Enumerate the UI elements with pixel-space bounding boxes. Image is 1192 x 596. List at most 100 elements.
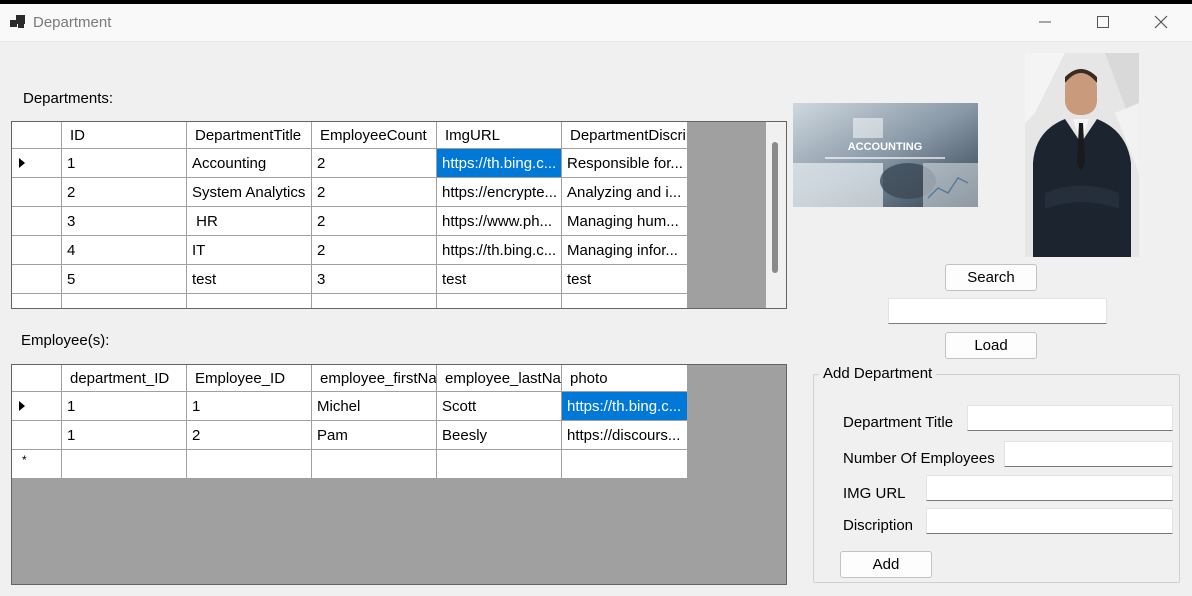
row-header[interactable] [12,421,62,450]
cell-photo[interactable]: https://discours... [562,421,688,450]
person-picture [1025,53,1139,257]
cell-empty[interactable] [62,450,187,479]
cell-id[interactable]: 2 [62,178,187,207]
cell-employee-firstname[interactable]: Michel [312,392,437,421]
window-title: Department [33,14,112,31]
cell-empty[interactable] [437,450,562,479]
cell-empty[interactable] [312,450,437,479]
cell-photo[interactable]: https://th.bing.c... [562,392,688,421]
cell-empty[interactable] [562,294,688,308]
cell-employee-count[interactable]: 2 [312,178,437,207]
cell-empty[interactable] [312,294,437,308]
row-header[interactable]: * [12,450,62,479]
cell-id[interactable]: 5 [62,265,187,294]
department-title-label: Department Title [843,414,954,431]
cell-department-title[interactable]: Accounting [187,149,312,178]
department-image: ACCOUNTING [793,103,978,207]
column-header-img-url[interactable]: ImgURL [437,122,562,149]
img-url-label: IMG URL [843,485,906,502]
cell-img-url[interactable]: https://th.bing.c... [437,236,562,265]
number-of-employees-label: Number Of Employees [843,450,995,467]
column-header-id[interactable]: ID [62,122,187,149]
cell-department-id[interactable]: 1 [62,392,187,421]
cell-employee-lastname[interactable]: Scott [437,392,562,421]
row-header[interactable] [12,178,62,207]
cell-id[interactable]: 4 [62,236,187,265]
cell-empty[interactable] [62,294,187,308]
cell-empty[interactable] [562,450,688,479]
maximize-icon [1097,16,1109,28]
current-row-arrow-icon [19,158,25,168]
row-header[interactable] [12,392,62,421]
cell-department-discription[interactable]: Responsible for... [562,149,688,178]
add-button[interactable]: Add [840,551,932,578]
cell-employee-count[interactable]: 2 [312,149,437,178]
search-input[interactable] [888,298,1107,324]
cell-employee-firstname[interactable]: Pam [312,421,437,450]
cell-img-url[interactable]: https://th.bing.c... [437,149,562,178]
cell-employee-count[interactable]: 2 [312,236,437,265]
cell-department-id[interactable]: 1 [62,421,187,450]
cell-id[interactable]: 1 [62,149,187,178]
minimize-icon [1039,21,1051,23]
cell-department-discription[interactable]: Analyzing and i... [562,178,688,207]
cell-department-title[interactable]: IT [187,236,312,265]
column-header-department-title[interactable]: DepartmentTitle [187,122,312,149]
column-header-department-id[interactable]: department_ID [62,365,187,392]
discription-label: Discription [843,517,914,534]
add-department-title: Add Department [819,365,937,382]
departments-grid[interactable]: ID DepartmentTitle EmployeeCount ImgURL … [11,121,787,309]
cell-department-title[interactable]: System Analytics [187,178,312,207]
row-header[interactable] [12,294,62,308]
cell-department-discription[interactable]: Managing hum... [562,207,688,236]
cell-img-url[interactable]: https://encrypte... [437,178,562,207]
load-button[interactable]: Load [945,332,1037,359]
cell-department-title[interactable]: test [187,265,312,294]
minimize-button[interactable] [1016,4,1074,40]
cell-employee-count[interactable]: 2 [312,207,437,236]
row-header[interactable] [12,236,62,265]
cell-employee-id[interactable]: 2 [187,421,312,450]
maximize-button[interactable] [1074,4,1132,40]
departments-label: Departments: [23,90,114,107]
cell-id[interactable]: 3 [62,207,187,236]
cell-img-url[interactable]: https://www.ph... [437,207,562,236]
cell-empty[interactable] [187,294,312,308]
accounting-picture: ACCOUNTING [793,103,978,207]
column-header-photo[interactable]: photo [562,365,688,392]
cell-employee-count[interactable]: 3 [312,265,437,294]
column-header-department-discription[interactable]: DepartmentDiscri [562,122,688,149]
close-icon [1154,15,1168,29]
discription-input[interactable] [926,508,1173,534]
departments-vertical-scrollbar[interactable] [766,122,786,308]
cell-img-url[interactable]: test [437,265,562,294]
column-header-employee-lastname[interactable]: employee_lastNa [437,365,562,392]
cell-department-discription[interactable]: Managing infor... [562,236,688,265]
column-header-employee-count[interactable]: EmployeeCount [312,122,437,149]
department-window: Department Departments: ID DepartmentTit… [0,4,1192,596]
header-corner [12,365,62,392]
row-header[interactable] [12,149,62,178]
img-url-input[interactable] [926,475,1173,501]
row-header[interactable] [12,265,62,294]
cell-employee-id[interactable]: 1 [187,392,312,421]
number-of-employees-input[interactable] [1004,441,1173,467]
cell-employee-lastname[interactable]: Beesly [437,421,562,450]
column-header-employee-id[interactable]: Employee_ID [187,365,312,392]
cell-empty[interactable] [437,294,562,308]
department-title-input[interactable] [967,405,1173,431]
title-bar: Department [0,4,1192,42]
close-button[interactable] [1132,4,1190,40]
search-button[interactable]: Search [945,264,1037,291]
employees-grid[interactable]: department_ID Employee_ID employee_first… [11,364,787,585]
app-icon [10,15,26,29]
scrollbar-thumb[interactable] [772,142,778,273]
cell-empty[interactable] [187,450,312,479]
cell-department-discription[interactable]: test [562,265,688,294]
new-row-icon: * [22,453,27,467]
cell-department-title[interactable]: HR [187,207,312,236]
employee-photo [1025,53,1139,257]
column-header-employee-firstname[interactable]: employee_firstNa [312,365,437,392]
accounting-banner-text: ACCOUNTING [848,141,923,153]
row-header[interactable] [12,207,62,236]
